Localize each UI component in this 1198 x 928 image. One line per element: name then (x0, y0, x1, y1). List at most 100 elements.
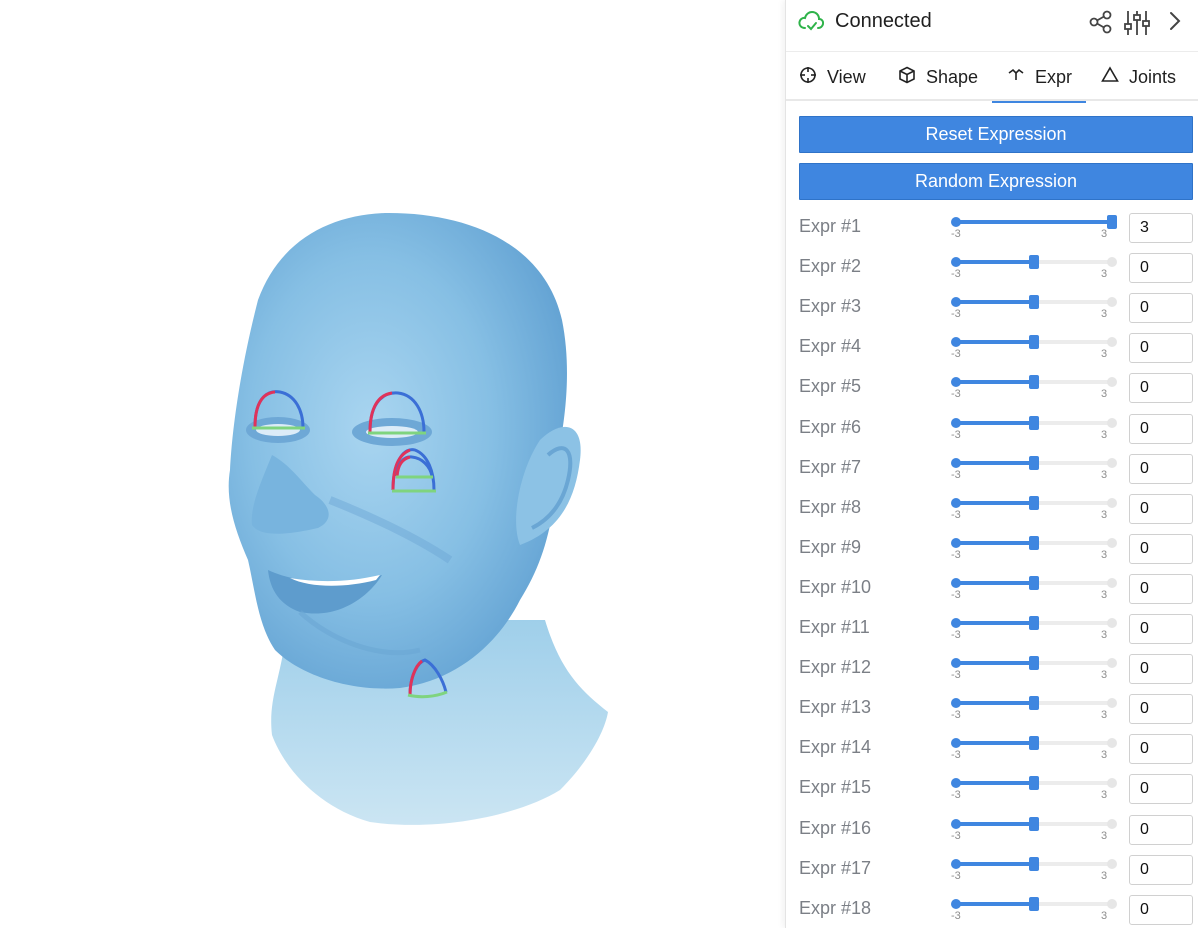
slider-min-dot (951, 577, 961, 588)
slider-handle[interactable] (1029, 295, 1039, 310)
expression-value-input[interactable] (1129, 734, 1193, 765)
slider-fill (956, 821, 1034, 826)
slider-handle[interactable] (1029, 375, 1039, 390)
slider-handle[interactable] (1029, 455, 1039, 470)
expression-value-input[interactable] (1129, 854, 1193, 885)
expression-value-input[interactable] (1129, 573, 1193, 604)
expression-slider[interactable]: -3 3 (951, 854, 1117, 886)
sliders-icon[interactable] (1123, 9, 1150, 35)
slider-max-dot (1107, 698, 1117, 709)
expression-slider[interactable]: -3 3 (951, 573, 1117, 605)
chevron-right-icon[interactable] (1162, 9, 1188, 35)
expression-label: Expr #13 (799, 697, 872, 718)
slider-fill (956, 500, 1034, 505)
expression-value-input[interactable] (1129, 774, 1193, 805)
slider-handle[interactable] (1029, 776, 1039, 791)
expression-slider[interactable]: -3 3 (951, 413, 1117, 445)
expression-row: Expr #16 -3 3 (786, 814, 1198, 854)
reset-expression-button[interactable]: Reset Expression (799, 116, 1193, 153)
head-model[interactable] (0, 0, 785, 928)
expression-value-input[interactable] (1129, 253, 1193, 284)
slider-handle[interactable] (1029, 736, 1039, 751)
expression-label: Expr #16 (799, 817, 872, 838)
expression-value-input[interactable] (1129, 213, 1193, 243)
slider-fill (956, 781, 1034, 786)
expression-value-input[interactable] (1129, 413, 1193, 444)
expression-label: Expr #5 (799, 376, 862, 397)
slider-max-dot (1107, 377, 1117, 388)
slider-fill (956, 380, 1034, 385)
slider-min-dot (951, 257, 961, 268)
slider-min-label: -3 (951, 789, 961, 802)
expression-label: Expr #6 (799, 416, 862, 437)
share-icon[interactable] (1088, 9, 1114, 35)
expression-slider[interactable]: -3 3 (951, 693, 1117, 725)
slider-min-label: -3 (951, 308, 961, 321)
slider-min-dot (951, 618, 961, 628)
slider-handle[interactable] (1029, 816, 1039, 831)
expression-value-input[interactable] (1129, 894, 1193, 925)
slider-handle[interactable] (1029, 255, 1039, 270)
expression-slider[interactable]: -3 3 (951, 733, 1117, 765)
expression-value-input[interactable] (1129, 694, 1193, 725)
expression-slider[interactable]: -3 3 (951, 653, 1117, 685)
slider-handle[interactable] (1029, 896, 1039, 911)
slider-min-dot (951, 377, 961, 388)
tab-joints[interactable]: Joints (1101, 53, 1176, 101)
slider-fill (956, 540, 1034, 545)
slider-handle[interactable] (1029, 616, 1039, 630)
expression-slider[interactable]: -3 3 (951, 252, 1117, 284)
slider-handle[interactable] (1029, 535, 1039, 550)
expression-slider[interactable]: -3 3 (951, 372, 1117, 404)
expression-slider[interactable]: -3 3 (951, 212, 1117, 244)
tab-view[interactable]: View (799, 53, 866, 101)
expression-slider[interactable]: -3 3 (951, 493, 1117, 525)
3d-viewport[interactable] (0, 0, 785, 928)
slider-max-dot (1107, 898, 1117, 909)
expression-value-input[interactable] (1129, 533, 1193, 564)
cloud-check-icon (798, 9, 825, 38)
expression-slider[interactable]: -3 3 (951, 613, 1117, 645)
expression-value-input[interactable] (1129, 453, 1193, 484)
slider-handle[interactable] (1029, 335, 1039, 350)
slider-handle[interactable] (1029, 575, 1039, 590)
expression-value-input[interactable] (1129, 654, 1193, 685)
slider-handle[interactable] (1029, 495, 1039, 510)
random-expression-button[interactable]: Random Expression (799, 163, 1193, 200)
slider-min-dot (951, 818, 961, 829)
expression-slider[interactable]: -3 3 (951, 894, 1117, 926)
expression-slider[interactable]: -3 3 (951, 292, 1117, 324)
expression-value-input[interactable] (1129, 373, 1193, 404)
slider-handle[interactable] (1029, 856, 1039, 871)
expression-row: Expr #9 -3 3 (786, 533, 1198, 573)
slider-handle[interactable] (1029, 696, 1039, 711)
expression-value-input[interactable] (1129, 814, 1193, 845)
slider-min-dot (951, 738, 961, 749)
expression-value-input[interactable] (1129, 333, 1193, 364)
tab-expr[interactable]: Expr (991, 53, 1087, 103)
expression-slider[interactable]: -3 3 (951, 453, 1117, 485)
slider-min-label: -3 (951, 749, 961, 762)
expression-slider[interactable]: -3 3 (951, 533, 1117, 565)
slider-handle[interactable] (1029, 415, 1039, 430)
slider-fill (956, 701, 1034, 706)
slider-fill (956, 621, 1034, 625)
tab-shape[interactable]: Shape (898, 53, 978, 101)
expression-row: Expr #6 -3 3 (786, 413, 1198, 453)
expression-value-input[interactable] (1129, 614, 1193, 644)
expression-value-input[interactable] (1129, 293, 1193, 324)
expression-value-input[interactable] (1129, 493, 1193, 524)
slider-max-label: 3 (1101, 909, 1108, 922)
slider-handle[interactable] (1107, 215, 1117, 229)
expression-row: Expr #18 -3 3 (786, 894, 1198, 928)
expression-row: Expr #13 -3 3 (786, 693, 1198, 733)
expression-slider[interactable]: -3 3 (951, 332, 1117, 364)
slider-max-dot (1107, 257, 1117, 268)
expression-slider[interactable]: -3 3 (951, 814, 1117, 846)
slider-min-label: -3 (951, 588, 961, 601)
expression-icon (1007, 66, 1035, 89)
slider-max-label: 3 (1101, 588, 1108, 601)
expression-slider[interactable]: -3 3 (951, 773, 1117, 805)
slider-fill (956, 901, 1034, 906)
slider-handle[interactable] (1029, 656, 1039, 671)
